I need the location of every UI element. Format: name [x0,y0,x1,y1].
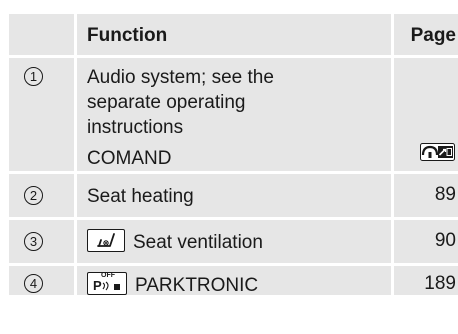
function-column-header: Function [87,25,168,46]
parktronic-off-icon: OFF P [87,272,127,296]
function-description: Audio system; see the separate operating… [87,67,274,169]
header-page-cell: Page [394,14,456,55]
row-number-badge: 2 [24,186,43,205]
table-header-row: Function Page [9,14,458,58]
page-number: 89 [434,184,456,205]
page-number: 90 [434,230,456,251]
table-row: 2 Seat heating 89 [9,174,458,220]
row-number-badge: 1 [24,67,43,86]
table-row: 1 Audio system; see the separate operati… [9,58,458,174]
table-row: 3 Seat ventilation 90 [9,220,458,266]
function-label: Seat ventilation [133,232,263,253]
function-table: Function Page 1 Audio system; see the se… [9,14,458,296]
page-number: 189 [424,273,456,294]
row-number-badge: 3 [24,232,43,251]
function-label: PARKTRONIC [135,275,259,296]
row-number-badge: 4 [24,274,43,293]
header-function-cell: Function [74,14,394,55]
function-sub-label: COMAND [87,148,172,169]
function-label: Seat heating [87,186,194,207]
header-number-cell [9,14,74,55]
page-column-header: Page [410,25,456,46]
table-row: 4 OFF P PARKTRONIC 189 [9,266,458,296]
seat-ventilation-icon [87,229,125,253]
comand-steering-icon [420,143,455,161]
